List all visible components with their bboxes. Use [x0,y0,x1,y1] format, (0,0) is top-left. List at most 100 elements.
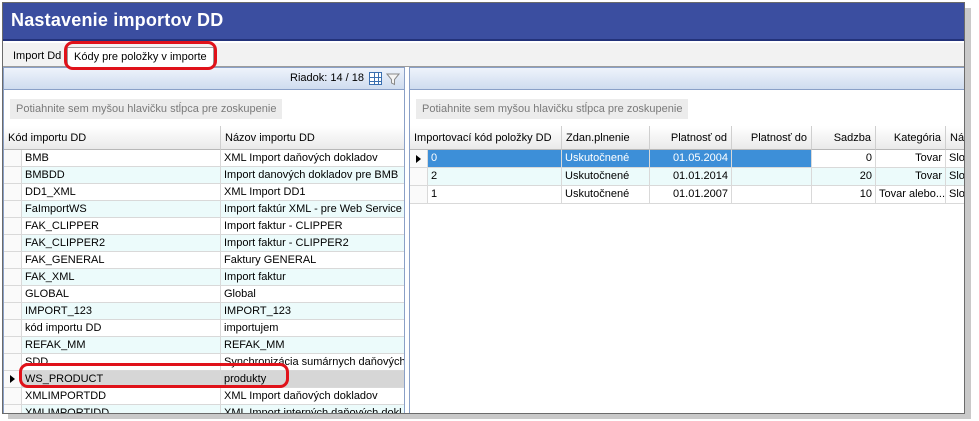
cell-kod[interactable]: XMLIMPORTDD [22,388,221,405]
cell-zdan-plnenie[interactable]: Uskutočnené [562,168,650,186]
row-indicator[interactable] [4,167,22,184]
row-indicator[interactable] [4,354,22,371]
cell-zdan-plnenie[interactable]: Uskutočnené [562,150,650,168]
row-indicator[interactable] [4,286,22,303]
table-row[interactable]: 0Uskutočnené01.05.20040TovarSlov [410,150,964,168]
table-row[interactable]: 1 Uskutočnené 01.01.2007 10 Tovar alebo... Sl… [410,186,964,204]
table-row[interactable]: DD1_XML XML Import DD1 [4,184,404,201]
column-header-platnost-od[interactable]: Platnosť od [650,126,732,150]
cell-platnost-do[interactable] [732,186,812,204]
row-indicator[interactable] [4,201,22,218]
column-header-kategoria[interactable]: Kategória [876,126,946,150]
cell-kod[interactable]: XMLIMPORTIDD [22,405,221,413]
cell-kod[interactable]: REFAK_MM [22,337,221,354]
cell-nazov[interactable]: XML Import daňových dokladov [221,388,404,405]
cell-nazov[interactable]: XML Import DD1 [221,184,404,201]
table-row[interactable]: GLOBAL Global [4,286,404,303]
cell-kod[interactable]: WS_PRODUCT [22,371,221,388]
row-indicator[interactable] [4,252,22,269]
cell-nazov[interactable]: REFAK_MM [221,337,404,354]
group-panel[interactable]: Potiahnite sem myšou hlavičku stĺpca pre… [4,91,404,125]
column-header-importovaci-kod[interactable]: Importovací kód položky DD [410,126,562,150]
cell-sadzba[interactable]: 20 [812,168,876,186]
row-indicator[interactable] [410,186,428,204]
row-indicator[interactable] [4,371,22,388]
table-row[interactable]: FAK_GENERAL Faktury GENERAL [4,252,404,269]
cell-nazov[interactable]: Faktury GENERAL [221,252,404,269]
row-indicator[interactable] [4,405,22,413]
column-header-nazov[interactable]: Názov importu DD [221,126,404,150]
cell-kod[interactable]: FAK_CLIPPER2 [22,235,221,252]
cell-kod[interactable]: DD1_XML [22,184,221,201]
table-row[interactable]: BMB XML Import daňových dokladov [4,150,404,167]
cell-zdan-plnenie[interactable]: Uskutočnené [562,186,650,204]
cell-nazov-right[interactable]: Slov [946,150,964,168]
table-row[interactable]: WS_PRODUCT produkty [4,371,404,388]
table-row[interactable]: IMPORT_123 IMPORT_123 [4,303,404,320]
cell-platnost-od[interactable]: 01.01.2007 [650,186,732,204]
row-indicator[interactable] [4,320,22,337]
row-indicator[interactable] [4,269,22,286]
cell-nazov-right[interactable]: Slov [946,168,964,186]
column-header-zdan-plnenie[interactable]: Zdan.plnenie [562,126,650,150]
row-indicator[interactable] [4,150,22,167]
tab-kody-polozky[interactable]: Kódy pre položky v importe [67,47,214,67]
row-indicator[interactable] [4,388,22,405]
filter-icon[interactable] [386,72,400,86]
cell-nazov[interactable]: Import danových dokladov pre BMB [221,167,404,184]
row-indicator[interactable] [4,184,22,201]
row-indicator[interactable] [410,168,428,186]
cell-kod[interactable]: FaImportWS [22,201,221,218]
table-row[interactable]: BMBDD Import danových dokladov pre BMB [4,167,404,184]
cell-nazov[interactable]: XML Import daňových dokladov [221,150,404,167]
table-row[interactable]: kód importu DD importujem [4,320,404,337]
cell-nazov[interactable]: Import faktur - CLIPPER [221,218,404,235]
cell-nazov[interactable]: Import faktur [221,269,404,286]
cell-sadzba[interactable]: 0 [812,150,876,168]
tab-import-dd[interactable]: Import Dd [7,47,67,67]
table-row[interactable]: XMLIMPORTDD XML Import daňových dokladov [4,388,404,405]
group-panel-right[interactable]: Potiahnite sem myšou hlavičku stĺpca pre… [410,91,964,125]
cell-kategoria[interactable]: Tovar [876,168,946,186]
cell-nazov[interactable]: produkty [221,371,404,388]
cell-kod[interactable]: FAK_GENERAL [22,252,221,269]
grid-icon[interactable] [369,72,382,85]
cell-kod[interactable]: BMBDD [22,167,221,184]
cell-nazov[interactable]: Synchronizácia sumárnych daňových [221,354,404,371]
table-row[interactable]: 2Uskutočnené01.01.2014 20TovarSlov [410,168,964,186]
cell-importovaci-kod[interactable]: 0 [428,150,562,168]
column-header-platnost-do[interactable]: Platnosť do [732,126,812,150]
cell-kod[interactable]: kód importu DD [22,320,221,337]
table-row[interactable]: REFAK_MM REFAK_MM [4,337,404,354]
table-row[interactable]: XMLIMPORTIDD XML Import interných daňovýc… [4,405,404,413]
cell-kod[interactable]: IMPORT_123 [22,303,221,320]
cell-nazov[interactable]: IMPORT_123 [221,303,404,320]
column-header-kod[interactable]: Kód importu DD [4,126,221,150]
table-row[interactable]: FAK_CLIPPER Import faktur - CLIPPER [4,218,404,235]
cell-importovaci-kod[interactable]: 1 [428,186,562,204]
cell-nazov[interactable]: Import faktur - CLIPPER2 [221,235,404,252]
cell-kod[interactable]: SDD [22,354,221,371]
cell-nazov[interactable]: XML Import interných daňových dokl [221,405,404,413]
cell-kategoria[interactable]: Tovar alebo... [876,186,946,204]
row-indicator[interactable] [4,235,22,252]
cell-platnost-od[interactable]: 01.01.2014 [650,168,732,186]
cell-platnost-do[interactable] [732,168,812,186]
table-row[interactable]: FAK_CLIPPER2 Import faktur - CLIPPER2 [4,235,404,252]
cell-nazov[interactable]: Import faktúr XML - pre Web Service [221,201,404,218]
row-indicator[interactable] [4,218,22,235]
row-indicator[interactable] [4,337,22,354]
row-indicator[interactable] [410,150,428,168]
cell-kod[interactable]: BMB [22,150,221,167]
column-header-nazov-right[interactable]: Náz [946,126,964,150]
table-row[interactable]: SDD Synchronizácia sumárnych daňových [4,354,404,371]
row-indicator[interactable] [4,303,22,320]
cell-kod[interactable]: GLOBAL [22,286,221,303]
table-row[interactable]: FAK_XML Import faktur [4,269,404,286]
cell-nazov[interactable]: importujem [221,320,404,337]
cell-kod[interactable]: FAK_CLIPPER [22,218,221,235]
cell-nazov[interactable]: Global [221,286,404,303]
table-row[interactable]: FaImportWS Import faktúr XML - pre Web Se… [4,201,404,218]
cell-platnost-od[interactable]: 01.05.2004 [650,150,732,168]
cell-sadzba[interactable]: 10 [812,186,876,204]
